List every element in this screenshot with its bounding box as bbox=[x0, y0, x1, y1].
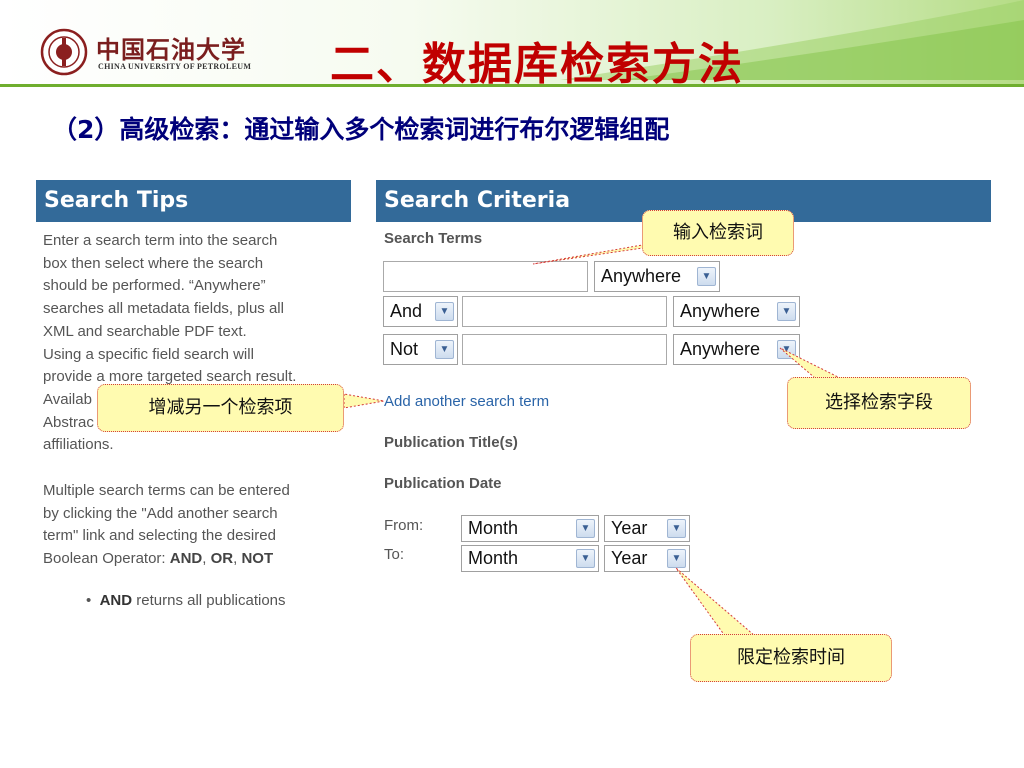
chevron-down-icon: ▼ bbox=[576, 549, 595, 568]
search-terms-label: Search Terms bbox=[384, 230, 483, 247]
publication-date-label: Publication Date bbox=[384, 475, 502, 492]
field-select-1[interactable]: Anywhere ▼ bbox=[594, 261, 720, 292]
university-name-en: CHINA UNIVERSITY OF PETROLEUM bbox=[98, 62, 252, 71]
chevron-down-icon: ▼ bbox=[435, 340, 454, 359]
university-name-cn: 中国石油大学 bbox=[96, 35, 246, 64]
tips-line: affiliations. bbox=[43, 436, 114, 454]
search-term-input-3[interactable] bbox=[462, 334, 667, 365]
tips-line: Enter a search term into the search bbox=[43, 232, 278, 249]
chevron-down-icon: ▼ bbox=[667, 549, 686, 568]
operator-select-3[interactable]: Not ▼ bbox=[383, 334, 458, 365]
chevron-down-icon: ▼ bbox=[667, 519, 686, 538]
publication-title-label: Publication Title(s) bbox=[384, 434, 518, 451]
search-tips-header: Search Tips bbox=[36, 180, 351, 222]
chevron-down-icon: ▼ bbox=[576, 519, 595, 538]
tips-line: should be performed. “Anywhere” bbox=[43, 277, 266, 295]
slide-title: 二、数据库检索方法 bbox=[330, 39, 744, 90]
tips-line: box then select where the search bbox=[43, 254, 264, 272]
tips-bullet-and: • AND returns all publications bbox=[86, 592, 286, 609]
from-month-select[interactable]: Month ▼ bbox=[461, 515, 599, 542]
tips-boolean-line: Boolean Operator: AND, OR, NOT bbox=[43, 550, 274, 568]
university-seal-icon bbox=[40, 28, 88, 76]
add-search-term-link[interactable]: Add another search term bbox=[384, 393, 549, 410]
tips-line: Using a specific field search will bbox=[43, 345, 254, 363]
chevron-down-icon: ▼ bbox=[435, 302, 454, 321]
from-label: From: bbox=[384, 517, 424, 534]
callout-add-remove-term: 增减另一个检索项 bbox=[97, 384, 344, 432]
search-term-input-1[interactable] bbox=[383, 261, 588, 292]
tips-line: term" link and selecting the desired bbox=[43, 527, 276, 545]
chevron-down-icon: ▼ bbox=[697, 267, 716, 286]
chevron-down-icon: ▼ bbox=[777, 302, 796, 321]
operator-select-2[interactable]: And ▼ bbox=[383, 296, 458, 327]
tips-line: by clicking the "Add another search bbox=[43, 504, 278, 522]
chevron-down-icon: ▼ bbox=[777, 340, 796, 359]
from-year-select[interactable]: Year ▼ bbox=[604, 515, 690, 542]
field-select-3[interactable]: Anywhere ▼ bbox=[673, 334, 800, 365]
university-logo: 中国石油大学 CHINA UNIVERSITY OF PETROLEUM bbox=[40, 28, 252, 78]
to-label: To: bbox=[384, 546, 405, 563]
tips-line: searches all metadata fields, plus all bbox=[43, 300, 284, 318]
tips-line: Multiple search terms can be entered bbox=[43, 482, 290, 500]
to-month-select[interactable]: Month ▼ bbox=[461, 545, 599, 572]
callout-select-field: 选择检索字段 bbox=[787, 377, 971, 429]
callout-limit-time: 限定检索时间 bbox=[690, 634, 892, 682]
callout-enter-terms: 输入检索词 bbox=[642, 210, 794, 256]
slide-subtitle: （2）高级检索：通过输入多个检索词进行布尔逻辑组配 bbox=[52, 115, 670, 144]
tips-line: XML and searchable PDF text. bbox=[43, 322, 247, 340]
field-select-2[interactable]: Anywhere ▼ bbox=[673, 296, 800, 327]
to-year-select[interactable]: Year ▼ bbox=[604, 545, 690, 572]
search-term-input-2[interactable] bbox=[462, 296, 667, 327]
